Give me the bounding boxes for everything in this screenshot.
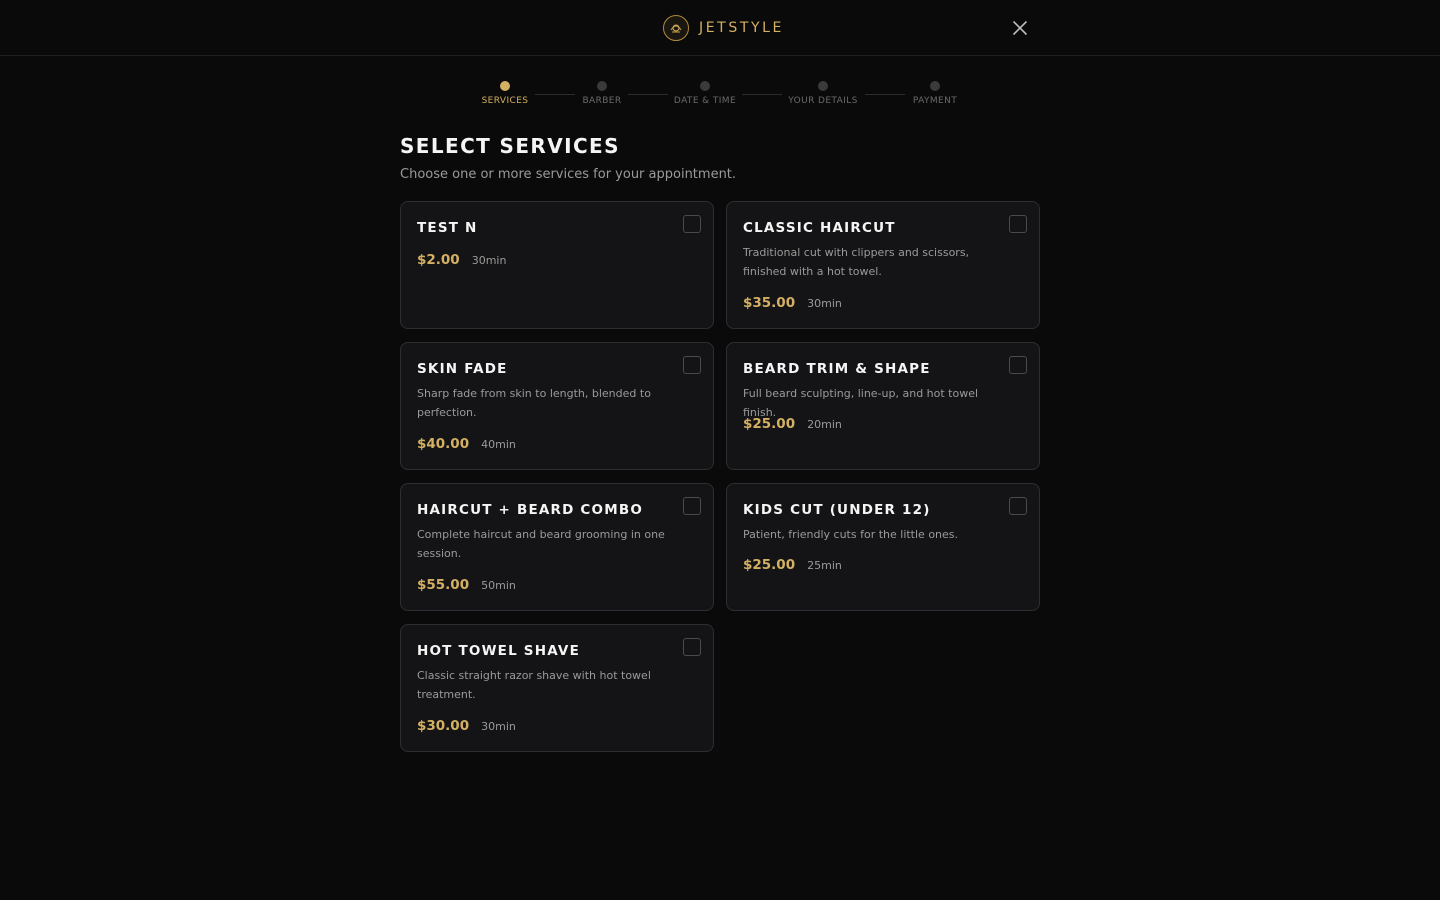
service-description: Classic straight razor shave with hot to…: [417, 669, 651, 701]
service-price: $35.00: [743, 295, 796, 311]
brand[interactable]: JETSTYLE: [663, 13, 784, 43]
service-checkbox[interactable]: [1009, 356, 1027, 374]
service-checkbox[interactable]: [1009, 497, 1027, 515]
service-name: HOT TOWEL SHAVE: [417, 643, 581, 659]
service-meta: $25.00 20min: [743, 416, 842, 432]
service-card-hot-towel-shave[interactable]: HOT TOWEL SHAVE Classic straight razor s…: [400, 624, 714, 752]
step-services[interactable]: SERVICES: [450, 78, 560, 106]
brand-name: JETSTYLE: [699, 20, 784, 36]
service-name: BEARD TRIM & SHAPE: [743, 361, 931, 377]
crest-logo-icon: [663, 15, 689, 41]
service-duration: 40min: [481, 438, 516, 451]
step-barber[interactable]: BARBER: [547, 78, 657, 106]
booking-stepper: SERVICES BARBER DATE & TIME YOUR DETAILS…: [0, 78, 1440, 112]
service-checkbox[interactable]: [683, 497, 701, 515]
service-card-kids-cut[interactable]: KIDS CUT (UNDER 12) Patient, friendly cu…: [726, 483, 1040, 611]
step-dot: [597, 81, 607, 91]
service-description: Patient, friendly cuts for the little on…: [743, 528, 959, 541]
close-button[interactable]: [1008, 16, 1032, 40]
step-dot: [818, 81, 828, 91]
service-name: SKIN FADE: [417, 361, 508, 377]
service-price: $30.00: [417, 718, 470, 734]
service-card-haircut-beard-combo[interactable]: HAIRCUT + BEARD COMBO Complete haircut a…: [400, 483, 714, 611]
service-description: Complete haircut and beard grooming in o…: [417, 528, 665, 560]
step-label: YOUR DETAILS: [788, 96, 858, 106]
step-label: BARBER: [582, 96, 622, 106]
page-title: SELECT SERVICES: [400, 134, 620, 158]
service-name: HAIRCUT + BEARD COMBO: [417, 502, 643, 518]
step-label: PAYMENT: [912, 96, 958, 106]
service-description: Sharp fade from skin to length, blended …: [417, 387, 651, 419]
service-meta: $30.00 30min: [417, 718, 516, 734]
step-dot: [930, 81, 940, 91]
service-price: $40.00: [417, 436, 470, 452]
service-card-test-n[interactable]: TEST N $2.00 30min: [400, 201, 714, 329]
service-card-skin-fade[interactable]: SKIN FADE Sharp fade from skin to length…: [400, 342, 714, 470]
service-price: $25.00: [743, 557, 796, 573]
service-card-beard-trim-shape[interactable]: BEARD TRIM & SHAPE Full beard sculpting,…: [726, 342, 1040, 470]
service-price: $2.00: [417, 252, 460, 268]
step-payment[interactable]: PAYMENT: [880, 78, 990, 106]
service-duration: 30min: [481, 720, 516, 733]
step-label: DATE & TIME: [673, 96, 737, 106]
service-card-classic-haircut[interactable]: CLASSIC HAIRCUT Traditional cut with cli…: [726, 201, 1040, 329]
service-name: KIDS CUT (UNDER 12): [743, 502, 931, 518]
service-duration: 30min: [471, 254, 507, 267]
step-your-details[interactable]: YOUR DETAILS: [768, 78, 878, 106]
service-description: Traditional cut with clippers and scisso…: [743, 246, 970, 278]
service-duration: 20min: [807, 418, 842, 431]
top-bar: JETSTYLE: [0, 0, 1440, 56]
service-name: TEST N: [417, 220, 478, 236]
service-checkbox[interactable]: [683, 638, 701, 656]
step-dot: [500, 81, 510, 91]
service-checkbox[interactable]: [683, 356, 701, 374]
service-name: CLASSIC HAIRCUT: [743, 220, 896, 236]
step-label: SERVICES: [481, 96, 529, 106]
service-price: $55.00: [417, 577, 470, 593]
page-subtitle: Choose one or more services for your app…: [400, 167, 737, 182]
service-duration: 30min: [807, 297, 842, 310]
service-duration: 25min: [807, 559, 842, 572]
service-checkbox[interactable]: [683, 215, 701, 233]
service-meta: $35.00 30min: [743, 295, 842, 311]
close-icon: [1013, 21, 1027, 35]
service-checkbox[interactable]: [1009, 215, 1027, 233]
service-meta: $25.00 25min: [743, 557, 842, 573]
service-duration: 50min: [481, 579, 516, 592]
service-price: $25.00: [743, 416, 796, 432]
service-meta: $2.00 30min: [417, 252, 506, 268]
step-dot: [700, 81, 710, 91]
step-date-time[interactable]: DATE & TIME: [650, 78, 760, 106]
service-meta: $40.00 40min: [417, 436, 516, 452]
service-meta: $55.00 50min: [417, 577, 516, 593]
